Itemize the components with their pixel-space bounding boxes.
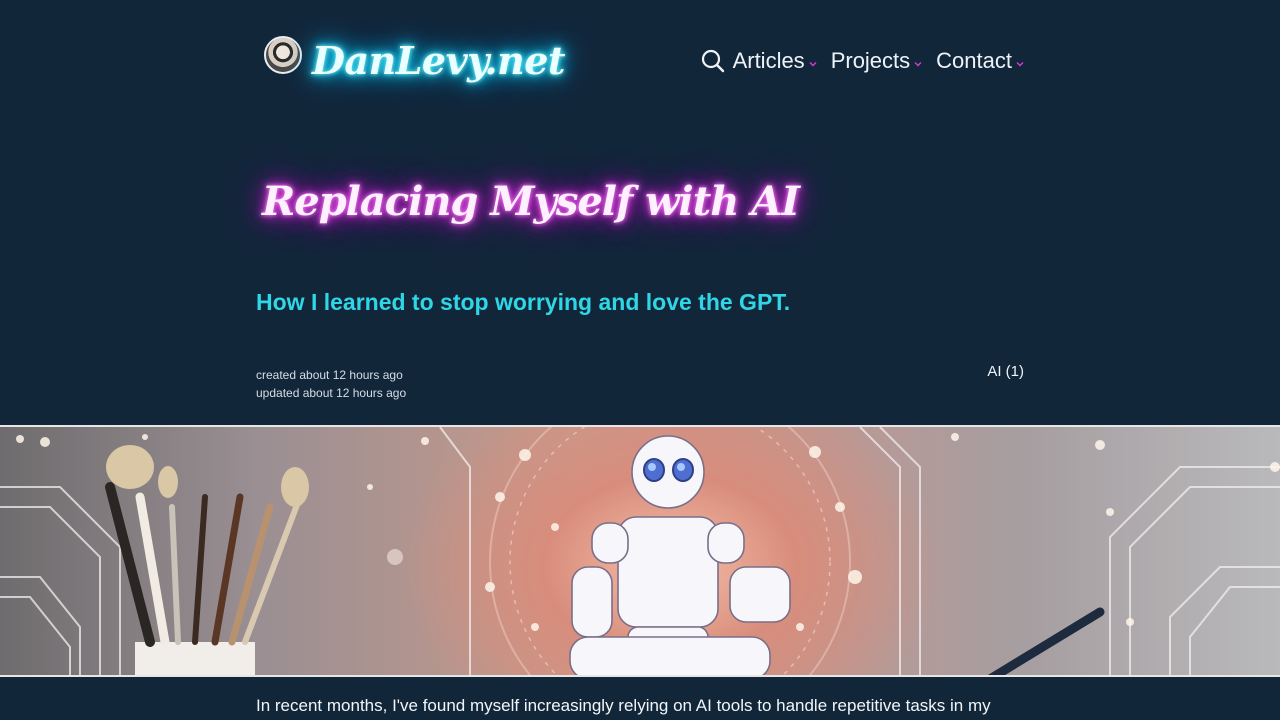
search-icon[interactable] (701, 49, 725, 73)
nav-projects[interactable]: Projects (831, 48, 922, 74)
article-title: Replacing Myself with AI (262, 178, 800, 225)
page: DanLevy.net Articles Projects Contact Re… (0, 0, 1280, 720)
avatar (264, 36, 302, 74)
updated-date: updated about 12 hours ago (256, 386, 407, 400)
article-intro: In recent months, I've found myself incr… (256, 696, 991, 715)
article-meta: created about 12 hours ago updated about… (256, 366, 406, 402)
chevron-down-icon (809, 62, 817, 67)
nav-articles[interactable]: Articles (733, 48, 817, 74)
home-link[interactable]: DanLevy.net (264, 28, 566, 92)
nav-projects-label: Projects (830, 48, 911, 73)
created-date: created about 12 hours ago (256, 368, 403, 382)
article-subtitle: How I learned to stop worrying and love … (256, 289, 791, 315)
tag-ai[interactable]: AI (1) (987, 363, 1024, 380)
site-name: DanLevy.net (312, 37, 566, 83)
nav-contact-label: Contact (936, 48, 1012, 73)
chevron-down-icon (914, 62, 922, 67)
nav-contact[interactable]: Contact (936, 48, 1024, 74)
main-nav: Articles Projects Contact (701, 48, 1024, 74)
hero-illustration (0, 427, 1280, 675)
hero-image (0, 425, 1280, 677)
site-header: DanLevy.net Articles Projects Contact (256, 28, 1024, 100)
nav-articles-label: Articles (732, 48, 805, 73)
chevron-down-icon (1016, 62, 1024, 67)
